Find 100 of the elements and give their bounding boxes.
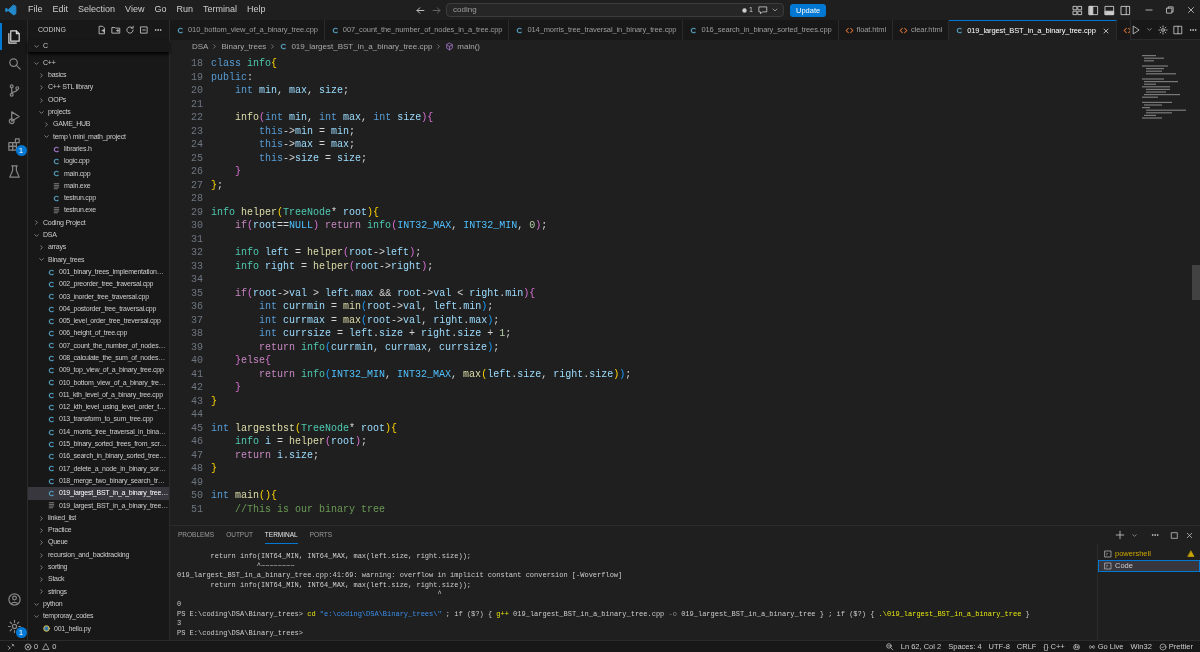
line-number: 47 (190, 448, 203, 462)
line-number: 38 (190, 327, 203, 341)
menu-item[interactable]: File (23, 3, 48, 17)
plus-icon[interactable] (1115, 530, 1125, 540)
line-number: 31 (190, 232, 203, 246)
code-line: if(root==NULL) return info(INT32_MAX, INT32_MIN, 0); (234, 219, 548, 233)
layout-icon[interactable] (1072, 4, 1083, 16)
new-file-icon[interactable] (97, 25, 107, 35)
line-number: 33 (190, 259, 203, 273)
terminal-icon (1104, 562, 1112, 570)
flask-icon (7, 164, 22, 179)
code-line: //This is our binary tree (234, 502, 386, 516)
c-file-icon (52, 193, 61, 203)
zoom-icon[interactable] (884, 642, 894, 651)
breadcrumb-item[interactable]: 019_largest_BST_in_a_binary_tree.cpp (291, 40, 433, 53)
python-file-icon (42, 624, 51, 634)
line-number: 36 (190, 300, 203, 314)
search-icon (7, 56, 22, 71)
gear-icon[interactable] (1157, 24, 1168, 35)
chat-icon[interactable] (758, 5, 768, 15)
code-line: public: (211, 70, 254, 84)
code-brackets-icon (1122, 25, 1130, 35)
back-arrow-icon[interactable] (415, 4, 426, 16)
close-icon[interactable] (1101, 26, 1110, 35)
menu-item[interactable]: View (120, 3, 150, 17)
sidebar-toggle-icon[interactable] (1088, 4, 1099, 16)
menu-item[interactable]: Run (171, 3, 198, 17)
menu-item[interactable]: Help (241, 3, 271, 17)
menu-item[interactable]: Selection (73, 3, 121, 17)
c-file-icon (176, 25, 185, 35)
command-center-text: coding (453, 4, 478, 16)
code-line: this->min = min; (258, 124, 356, 138)
close-icon[interactable] (1185, 530, 1194, 540)
scrollbar-thumb[interactable] (1192, 265, 1200, 300)
line-number: 41 (190, 367, 203, 381)
code-line: } (211, 394, 217, 408)
badge: 1 (15, 627, 27, 638)
split-editor-icon[interactable] (1172, 24, 1183, 35)
code-line: int largestbst(TreeNode* root){ (211, 421, 398, 435)
code-line: return i.size; (234, 448, 320, 462)
activity-bar-item[interactable]: 1 (0, 613, 28, 640)
code-line: int currmax = max(root->val, right.max); (258, 313, 500, 327)
chevron-down-icon[interactable] (771, 6, 779, 14)
restore-icon[interactable] (1165, 5, 1175, 15)
chevron-right-icon (269, 43, 277, 50)
chevron-right-icon (435, 43, 443, 50)
maximize-icon[interactable] (1170, 530, 1179, 540)
code-line: } (234, 381, 241, 395)
line-number: 29 (190, 205, 203, 219)
line-number: 48 (190, 462, 203, 476)
chevron-down-icon[interactable] (1131, 531, 1138, 539)
secondary-sidebar-icon[interactable] (1120, 4, 1131, 16)
breadcrumb-item[interactable]: main() (457, 40, 481, 53)
menu-item[interactable]: Edit (47, 3, 74, 17)
code-line: int currmin = min(root->val, left.min); (258, 300, 494, 314)
c-file-icon (279, 42, 289, 51)
code-line: class info{ (211, 57, 278, 71)
remote-icon[interactable] (7, 642, 15, 651)
badge: 1 (15, 145, 27, 156)
code-line: info(int min, int max, int size){ (234, 111, 434, 125)
code-brackets-icon (844, 25, 854, 35)
line-number: 25 (190, 151, 203, 165)
lines-file-icon (47, 501, 56, 511)
account-icon (7, 592, 22, 607)
c-file-icon (515, 25, 525, 35)
code-line: int currsize = left.size + right.size + 1; (258, 327, 512, 341)
code-line: int main(){ (211, 489, 278, 503)
menu-item[interactable]: Terminal (197, 3, 242, 17)
menu-item[interactable]: Go (149, 3, 172, 17)
code-line: this->max = max; (258, 138, 356, 152)
activity-bar-item[interactable]: 1 (0, 131, 28, 158)
line-number: 45 (190, 421, 203, 435)
breadcrumb-item[interactable]: Binary_trees (221, 40, 267, 53)
close-icon[interactable] (1186, 5, 1196, 15)
robot-icon[interactable] (1071, 642, 1081, 651)
code-line: return info(INT32_MIN, INT32_MAX, max(left.size, right.size)); (258, 367, 632, 381)
line-number: 22 (190, 111, 203, 125)
line-number: 32 (190, 246, 203, 260)
forward-arrow-icon[interactable] (431, 4, 442, 16)
line-number: 24 (190, 138, 203, 152)
run-icon[interactable] (1130, 24, 1141, 35)
line-number: 51 (190, 502, 203, 516)
lines-file-icon (52, 181, 61, 191)
broadcast-icon (1087, 642, 1096, 651)
dot-icon (742, 7, 748, 13)
chevron-down-icon[interactable] (1145, 26, 1153, 33)
files-icon (7, 29, 22, 44)
new-folder-icon[interactable] (111, 25, 121, 35)
line-number: 35 (190, 286, 203, 300)
code-line: info left = helper(root->left); (234, 246, 422, 260)
line-number: 50 (190, 489, 203, 503)
terminal-icon (1104, 550, 1112, 558)
panel-toggle-icon[interactable] (1104, 4, 1115, 16)
line-number: 39 (190, 340, 203, 354)
refresh-icon[interactable] (125, 25, 135, 35)
gear-icon (7, 619, 22, 634)
line-number: 30 (190, 219, 203, 233)
c-file-icon (689, 25, 699, 35)
breadcrumb-item[interactable]: DSA (192, 40, 209, 53)
collapse-icon[interactable] (139, 25, 149, 35)
